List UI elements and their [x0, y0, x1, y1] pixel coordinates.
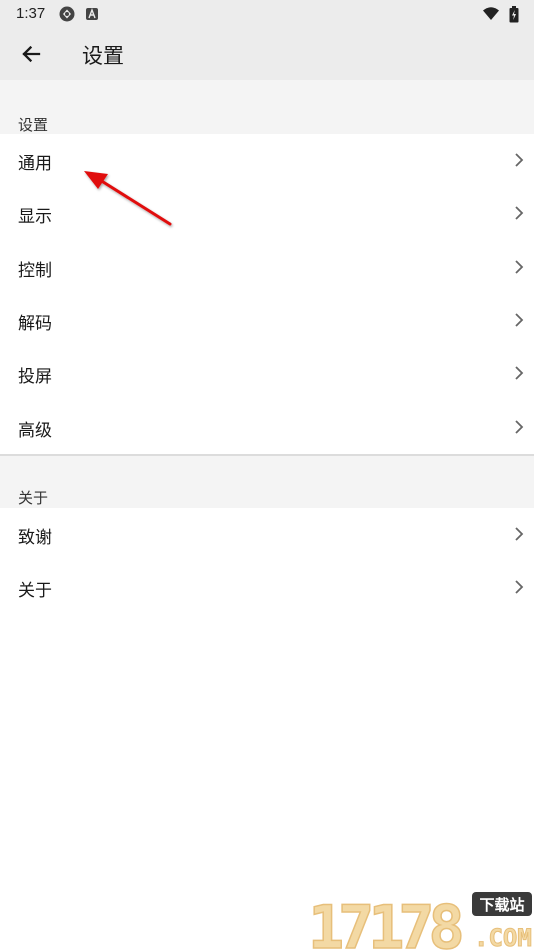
settings-item-about[interactable]: 关于: [0, 561, 534, 614]
chevron-right-icon: [515, 420, 524, 434]
settings-item-display[interactable]: 显示: [0, 187, 534, 240]
sync-icon: [58, 5, 76, 23]
chevron-right-icon: [515, 527, 524, 541]
chevron-right-icon: [515, 260, 524, 274]
battery-icon: [505, 5, 523, 23]
back-button[interactable]: [14, 38, 48, 70]
chevron-right-icon: [515, 580, 524, 594]
app-bar: 设置: [0, 28, 534, 80]
settings-item-decode[interactable]: 解码: [0, 294, 534, 347]
chevron-right-icon: [515, 153, 524, 167]
section-label-about: 关于: [18, 489, 49, 507]
settings-item-label: 通用: [18, 154, 52, 174]
status-time: 1:37: [16, 5, 46, 22]
wifi-icon: [482, 5, 500, 23]
watermark-digits: 17178: [308, 893, 461, 950]
status-bar: 1:37: [0, 0, 534, 28]
watermark-suffix: .COM: [474, 924, 532, 950]
chevron-right-icon: [515, 206, 524, 220]
page-title: 设置: [82, 44, 124, 68]
settings-item-label: 高级: [18, 421, 52, 441]
settings-item-label: 关于: [18, 581, 52, 601]
back-arrow-icon: [22, 45, 41, 63]
settings-item-label: 显示: [18, 207, 52, 227]
settings-item-control[interactable]: 控制: [0, 241, 534, 294]
chevron-right-icon: [515, 313, 524, 327]
settings-item-label: 致谢: [18, 528, 52, 548]
section-header-about: 关于: [0, 456, 534, 508]
settings-item-advanced[interactable]: 高级: [0, 401, 534, 454]
watermark-tag: 下载站: [479, 896, 524, 914]
settings-item-general[interactable]: 通用: [0, 134, 534, 187]
settings-item-label: 控制: [18, 261, 52, 281]
watermark-logo: 17178 下载站 .COM: [308, 892, 532, 950]
settings-item-label: 投屏: [18, 367, 52, 387]
section-header-settings: 设置: [0, 80, 534, 134]
section-label-settings: 设置: [18, 116, 49, 134]
chevron-right-icon: [515, 366, 524, 380]
settings-item-thanks[interactable]: 致谢: [0, 508, 534, 561]
settings-item-cast[interactable]: 投屏: [0, 347, 534, 400]
settings-item-label: 解码: [18, 314, 52, 334]
keyboard-a-icon: [83, 5, 101, 23]
